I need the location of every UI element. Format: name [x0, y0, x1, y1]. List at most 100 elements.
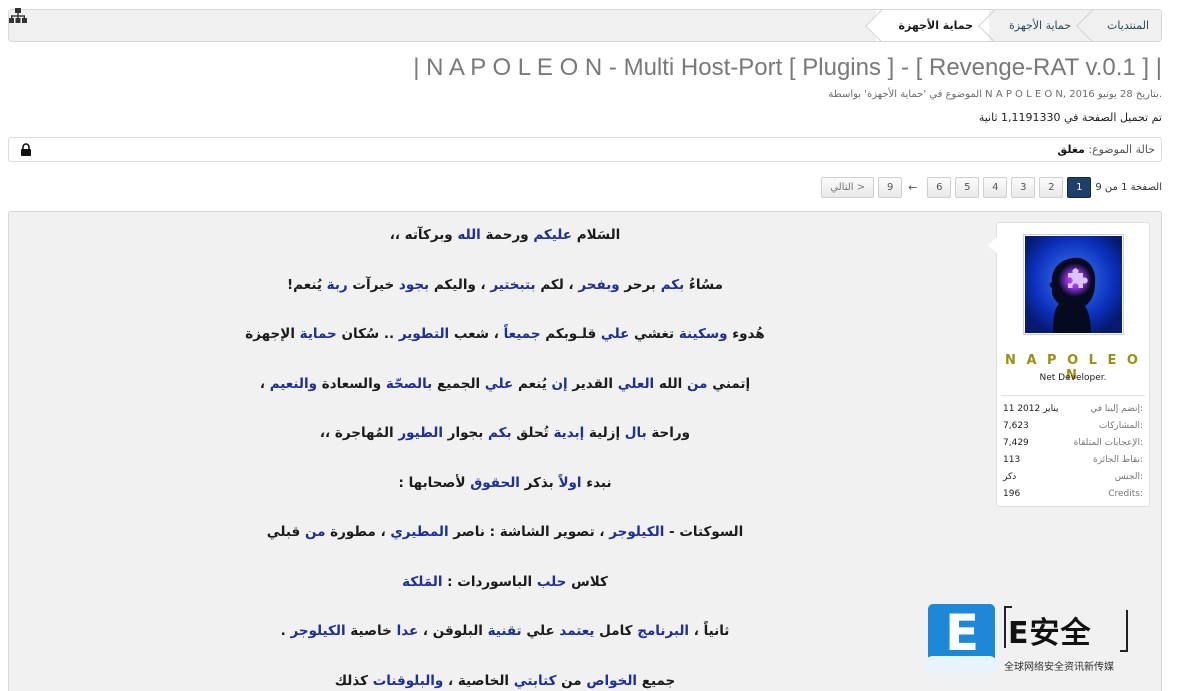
watermark-frame: [1120, 610, 1128, 652]
stat-row-likes: الإعجابات المتلقاة: 7,429: [1003, 435, 1143, 452]
text: بجوار: [442, 425, 489, 441]
text: خيرآت: [347, 276, 399, 293]
page-link[interactable]: 5: [955, 176, 980, 198]
stat-row-trophy-points: نقاط الجائزة: 113: [1003, 452, 1143, 469]
keyword: حماية: [299, 326, 337, 342]
post-line: نبدء اولاً بذكر الحقوق لأصحابها :: [19, 472, 991, 522]
text: كلاس: [566, 573, 608, 590]
keyword: علي: [484, 375, 514, 392]
text: تغشي: [629, 326, 679, 342]
text: لأصحابها :: [398, 474, 471, 491]
lock-icon: [21, 143, 31, 156]
stat-row-posts: المشاركات: 7,623: [1003, 418, 1143, 435]
text: ،: [259, 375, 270, 392]
text: كذلك: [334, 672, 373, 689]
keyword: وسكينة: [678, 326, 728, 342]
status-value: مغلق: [1057, 143, 1085, 156]
text: قبلي: [266, 524, 305, 540]
thread-status: حالة الموضوع: مغلق: [1057, 143, 1155, 156]
breadcrumb-item-device-protection[interactable]: حماية الأجهزة: [989, 10, 1088, 41]
post-line: كلاس حلب الباسوردات : المَلكة: [19, 571, 991, 621]
stat-label: إنضم إلينا في:: [1090, 404, 1143, 414]
avatar[interactable]: [1023, 234, 1124, 335]
text: هُدوء: [727, 326, 765, 342]
post-line: السَلام عليكم ورحمة الله وبركآته ،،: [19, 224, 991, 274]
text: الباسوردات :: [442, 573, 537, 590]
stat-label: الإعجابات المتلقاة:: [1073, 438, 1143, 448]
text: بذكر: [519, 474, 559, 491]
keyword: الطيور: [398, 425, 443, 441]
post-line: وراحة بال إزلية إبدية تُحلق بكم بجوار ال…: [19, 422, 991, 472]
text: البلوقن ،: [418, 623, 488, 639]
keyword: من: [304, 524, 326, 540]
stat-value[interactable]: 113: [1003, 452, 1020, 469]
keyword: بجود: [398, 276, 430, 293]
text: السوكتات -: [664, 524, 744, 540]
cloud-icon: [924, 656, 998, 674]
keyword: المَلكة: [402, 573, 443, 590]
page-link-last[interactable]: 9: [878, 176, 903, 198]
post-line: ثانياً ، البرنامج كامل يعتمد علي تقنية ا…: [19, 620, 991, 670]
post-line: إتمني من الله العلي القدير إن يُنعم علي …: [19, 373, 991, 423]
page-link[interactable]: 3: [1011, 176, 1036, 198]
text: السَلام: [572, 227, 621, 243]
breadcrumb-label: حماية الأجهزة: [1009, 19, 1072, 32]
text: تُحلق: [511, 425, 554, 441]
keyword: جميعاً: [503, 326, 541, 342]
text: ثانياً ،: [689, 623, 730, 639]
keyword: إن: [551, 375, 568, 392]
text: ، واليكم: [429, 276, 491, 293]
breadcrumb-label: المنتديات: [1107, 19, 1149, 32]
keyword: حلب: [536, 573, 567, 590]
text: وبركآته ،،: [389, 227, 458, 243]
breadcrumb: المنتديات حماية الأجهزة حماية الأجهزة: [8, 9, 1162, 42]
page-jump-arrow[interactable]: ←: [908, 181, 917, 194]
text: .: [280, 623, 291, 639]
text: خاصية: [345, 623, 397, 639]
text: الجميع: [432, 375, 485, 392]
status-label: حالة الموضوع:: [1088, 143, 1155, 156]
breadcrumb-label: حماية الأجهزة: [898, 19, 974, 32]
pagination: الصفحة 1 من 9 1 2 3 4 5 6 ← 9 التالي >: [817, 176, 1162, 198]
text: ، تصوير الشاشة : ناصر: [448, 524, 610, 540]
next-page-button[interactable]: التالي >: [821, 176, 875, 198]
sitemap-icon[interactable]: [9, 7, 27, 25]
keyword: بكم: [660, 276, 685, 293]
stat-value: 7,429: [1003, 438, 1029, 448]
keyword: وبفحر: [578, 276, 620, 293]
user-card: N A P O L E O N Net Developer. إنضم إلين…: [988, 222, 1150, 507]
text: ورحمة: [480, 227, 534, 243]
divider: [1001, 395, 1145, 396]
text: يُنعم!: [287, 276, 327, 293]
stat-value[interactable]: 7,623: [1003, 418, 1029, 435]
stat-value: ذكر: [1003, 472, 1017, 482]
breadcrumb-item-current[interactable]: حماية الأجهزة: [876, 10, 990, 41]
stat-label: Credits:: [1108, 489, 1143, 499]
thread-status-bar: حالة الموضوع: مغلق: [8, 137, 1162, 162]
keyword: كتابتي: [513, 672, 557, 689]
text: والسعادة: [317, 375, 386, 392]
page-link[interactable]: 4: [983, 176, 1008, 198]
stat-row-joined: إنضم إلينا في: 11 يناير 2012: [1003, 401, 1143, 418]
keyword: والنعيم: [269, 375, 318, 392]
keyword: ربة: [326, 276, 348, 293]
keyword: الكيلوجر: [290, 623, 346, 639]
keyword: والبلوقنات: [372, 672, 444, 689]
text: ، لكم: [535, 276, 579, 293]
thread-meta: الموضوع في 'حماية الأجهزة' بواسطة N A P …: [828, 89, 1162, 100]
post-line: جميع الخواص من كتابتي الخاصية ، والبلوقن…: [19, 670, 991, 691]
text: ، مطورة: [325, 524, 391, 540]
page-link[interactable]: 2: [1039, 176, 1064, 198]
text: القدير: [567, 375, 618, 392]
page-link-current[interactable]: 1: [1067, 176, 1092, 198]
stat-value: 11 يناير 2012: [1003, 404, 1059, 414]
page-title: | N A P O L E O N - Multi Host-Port [ Pl…: [413, 54, 1162, 81]
keyword: العلي: [617, 375, 655, 392]
breadcrumb-item-forums[interactable]: المنتديات: [1087, 10, 1161, 41]
page-link[interactable]: 6: [927, 176, 952, 198]
keyword: اولاً: [558, 474, 582, 491]
keyword: من: [687, 375, 708, 392]
keyword: الحقوق: [470, 474, 520, 491]
text: الخاصية ،: [443, 672, 514, 689]
watermark-logo: E E安全 全球网络安全资讯新传媒: [924, 602, 1134, 682]
